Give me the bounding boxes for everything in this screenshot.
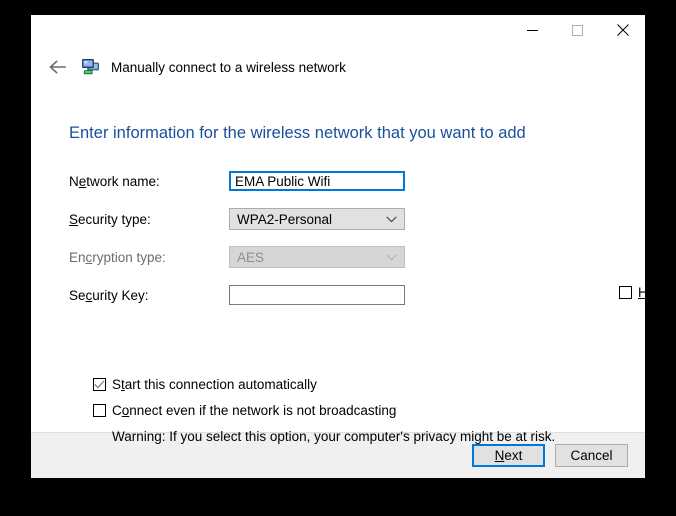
close-icon xyxy=(617,24,629,36)
dialog-body: Enter information for the wireless netwo… xyxy=(31,87,645,432)
chevron-down-icon xyxy=(386,216,397,223)
network-name-row: Network name: xyxy=(69,170,609,192)
back-button[interactable] xyxy=(44,54,70,80)
security-type-label: Security type: xyxy=(69,212,229,227)
start-automatically-checkbox[interactable]: Start this connection automatically xyxy=(93,377,555,392)
encryption-type-row: Encryption type: AES xyxy=(69,246,609,268)
connect-not-broadcasting-box xyxy=(93,404,106,417)
encryption-type-control: AES xyxy=(229,246,405,268)
manually-connect-wireless-dialog: Manually connect to a wireless network E… xyxy=(31,15,645,478)
options-group: Start this connection automatically Conn… xyxy=(93,377,555,444)
security-key-row: Security Key: Hide characters xyxy=(69,284,609,306)
encryption-type-value: AES xyxy=(237,250,264,265)
connect-not-broadcasting-checkbox[interactable]: Connect even if the network is not broad… xyxy=(93,403,555,418)
security-type-value: WPA2-Personal xyxy=(237,212,332,227)
wireless-network-icon xyxy=(81,57,101,77)
nav-row: Manually connect to a wireless network xyxy=(31,47,645,87)
minimize-button[interactable] xyxy=(510,15,555,45)
maximize-icon xyxy=(572,25,583,36)
start-automatically-label: Start this connection automatically xyxy=(112,377,317,392)
nav-title: Manually connect to a wireless network xyxy=(111,60,346,75)
hide-characters-checkbox[interactable]: Hide characters xyxy=(619,285,676,300)
security-type-control: WPA2-Personal xyxy=(229,208,405,230)
encryption-type-label: Encryption type: xyxy=(69,250,229,265)
security-key-control: Hide characters xyxy=(229,285,405,305)
maximize-button[interactable] xyxy=(555,15,600,45)
encryption-type-select: AES xyxy=(229,246,405,268)
security-type-row: Security type: WPA2-Personal xyxy=(69,208,609,230)
minimize-icon xyxy=(527,25,538,36)
security-type-select[interactable]: WPA2-Personal xyxy=(229,208,405,230)
start-automatically-box xyxy=(93,378,106,391)
privacy-warning-text: Warning: If you select this option, your… xyxy=(112,429,555,444)
cancel-button[interactable]: Cancel xyxy=(555,444,628,467)
network-name-label: Network name: xyxy=(69,174,229,189)
title-bar xyxy=(31,15,645,47)
connect-not-broadcasting-label: Connect even if the network is not broad… xyxy=(112,403,396,418)
network-form: Network name: Security type: WPA2-Person… xyxy=(69,170,609,322)
chevron-down-icon xyxy=(386,254,397,261)
page-heading: Enter information for the wireless netwo… xyxy=(69,124,526,143)
network-name-input[interactable] xyxy=(229,171,405,191)
checkmark-icon xyxy=(94,380,105,389)
security-key-label: Security Key: xyxy=(69,288,229,303)
close-button[interactable] xyxy=(600,15,645,45)
network-name-control xyxy=(229,171,405,191)
back-arrow-icon xyxy=(49,60,66,74)
hide-characters-label: Hide characters xyxy=(638,285,676,300)
next-button[interactable]: Next xyxy=(472,444,545,467)
hide-characters-box xyxy=(619,286,632,299)
security-key-input[interactable] xyxy=(229,285,405,305)
